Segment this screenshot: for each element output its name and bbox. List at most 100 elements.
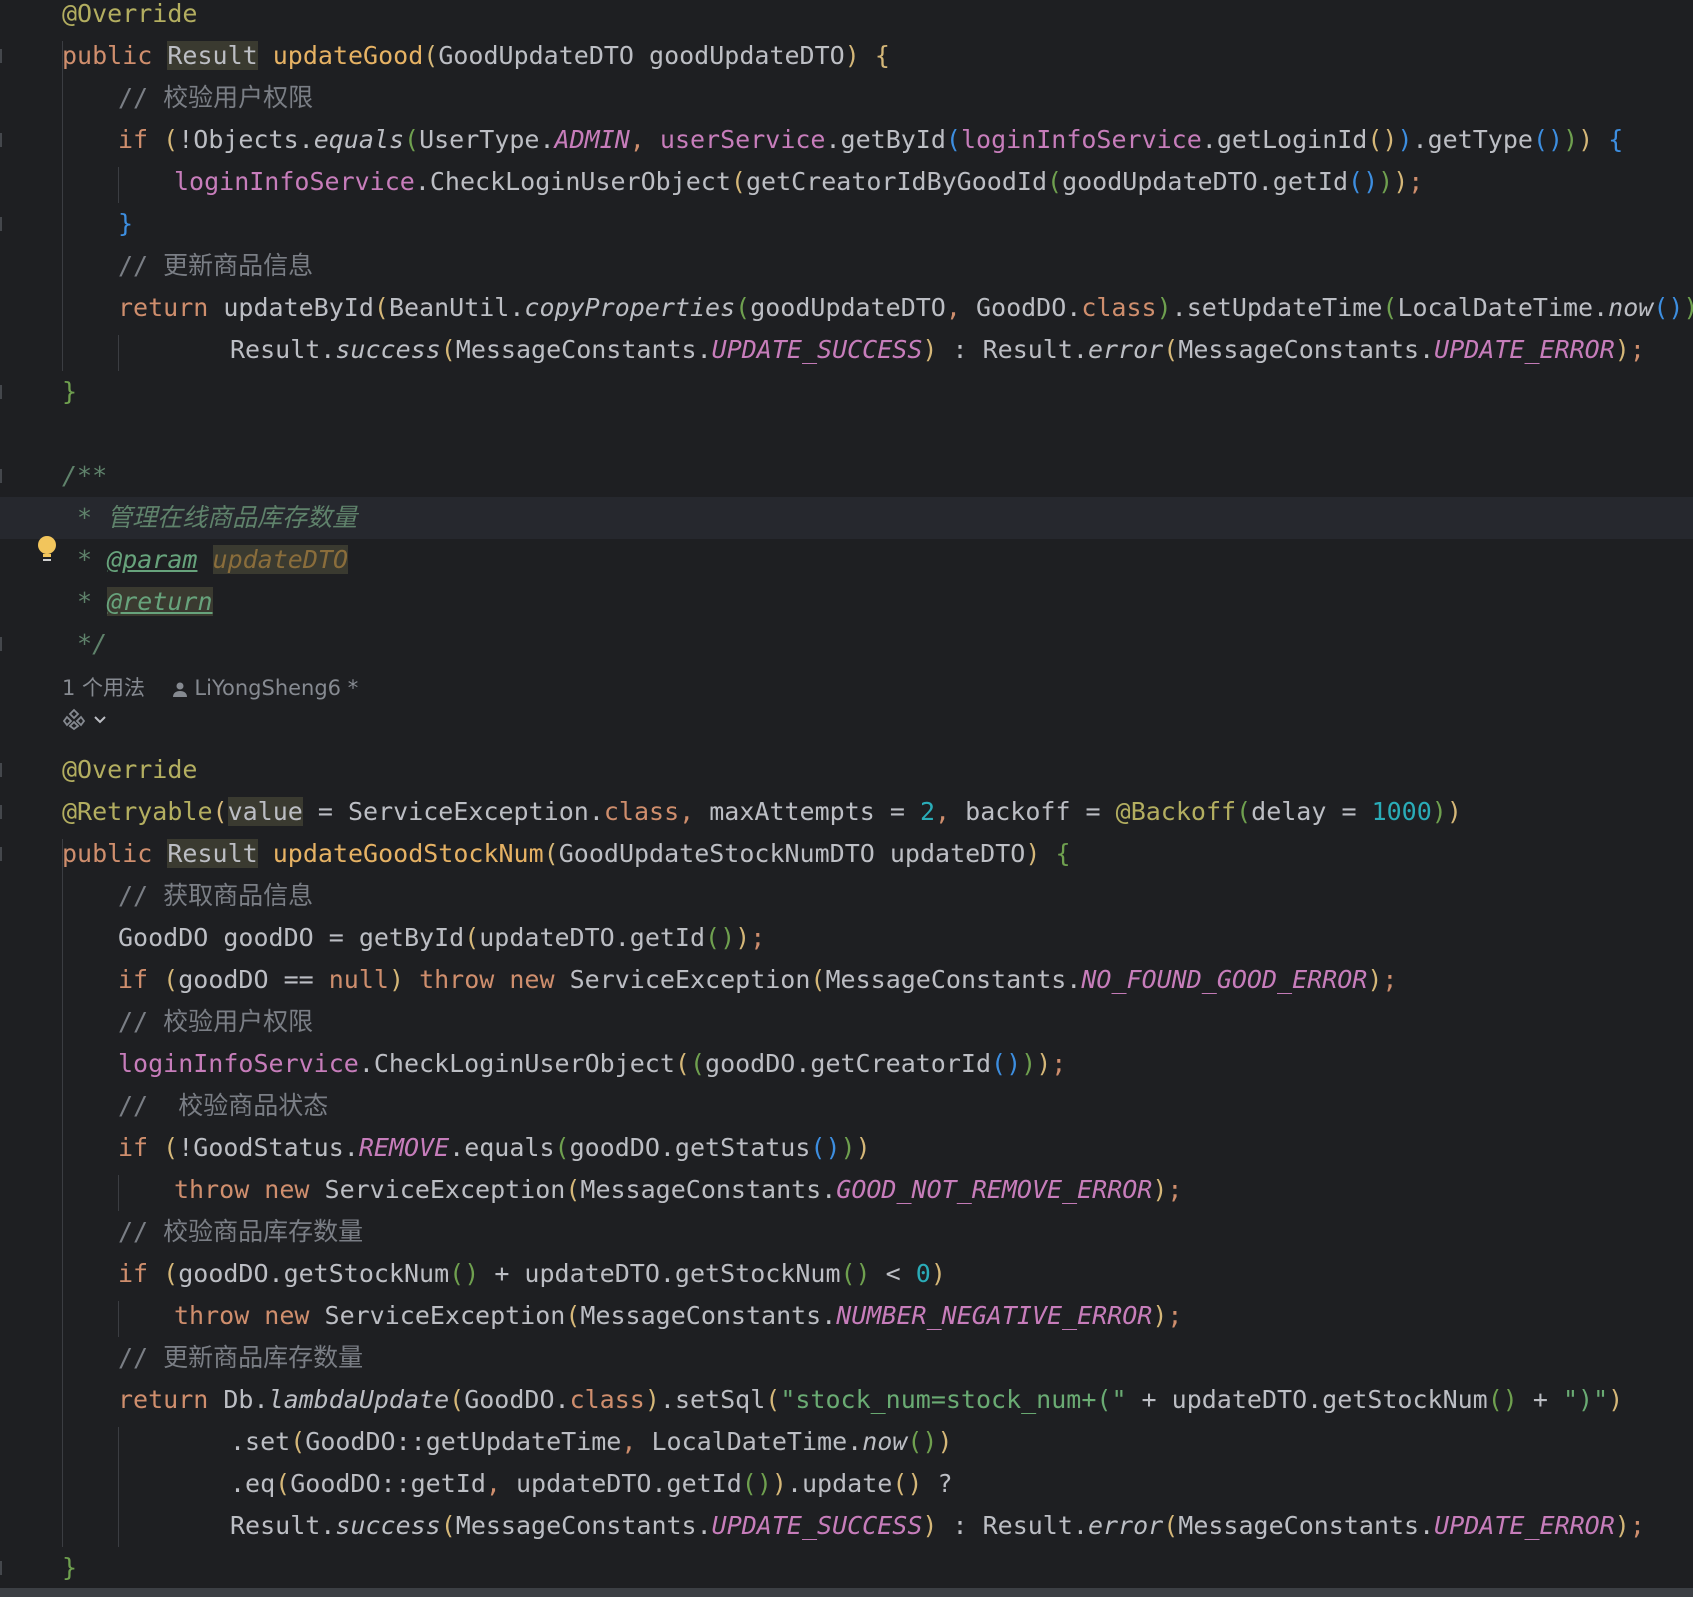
- code-line[interactable]: loginInfoService.CheckLoginUserObject((g…: [0, 1043, 1693, 1085]
- code-line-content[interactable]: loginInfoService.CheckLoginUserObject((g…: [118, 1043, 1066, 1085]
- code-line-content[interactable]: // 校验用户权限: [118, 77, 313, 119]
- fold-marker[interactable]: [0, 763, 8, 777]
- code-line-content[interactable]: * 管理在线商品库存数量: [62, 497, 357, 539]
- code-line[interactable]: return updateById(BeanUtil.copyPropertie…: [0, 287, 1693, 329]
- usage-hint[interactable]: 1 个用法 LiYongSheng6 *: [62, 672, 358, 702]
- code-token: UPDATE_SUCCESS: [711, 335, 923, 364]
- horizontal-scrollbar[interactable]: [0, 1588, 1693, 1597]
- ai-assist-toggle[interactable]: [62, 706, 107, 731]
- code-line-content[interactable]: }: [62, 371, 77, 413]
- code-line[interactable]: // 校验用户权限: [0, 1001, 1693, 1043]
- code-line-content[interactable]: if (!Objects.equals(UserType.ADMIN, user…: [118, 119, 1623, 161]
- code-line[interactable]: public Result updateGoodStockNum(GoodUpd…: [0, 833, 1693, 875]
- code-line[interactable]: public Result updateGood(GoodUpdateDTO g…: [0, 35, 1693, 77]
- code-line[interactable]: throw new ServiceException(MessageConsta…: [0, 1169, 1693, 1211]
- code-line[interactable]: if (!Objects.equals(UserType.ADMIN, user…: [0, 119, 1693, 161]
- code-line-content[interactable]: throw new ServiceException(MessageConsta…: [174, 1295, 1182, 1337]
- code-line-content[interactable]: // 校验商品状态: [118, 1085, 328, 1127]
- code-line-content[interactable]: /**: [62, 455, 107, 497]
- code-line-content[interactable]: public Result updateGoodStockNum(GoodUpd…: [62, 833, 1071, 875]
- code-line-content[interactable]: // 校验用户权限: [118, 1001, 313, 1043]
- fold-marker[interactable]: [0, 385, 8, 399]
- fold-marker[interactable]: [0, 637, 8, 651]
- code-line[interactable]: * 管理在线商品库存数量: [0, 497, 1693, 539]
- code-line[interactable]: if (goodDO.getStockNum() + updateDTO.get…: [0, 1253, 1693, 1295]
- code-line-content[interactable]: GoodDO goodDO = getById(updateDTO.getId(…: [118, 917, 765, 959]
- code-line-content[interactable]: }: [118, 203, 133, 245]
- code-token: throw new: [174, 1175, 325, 1204]
- usage-count[interactable]: 1 个用法: [62, 676, 145, 700]
- code-token: updateById: [223, 293, 374, 322]
- code-line-content[interactable]: */: [62, 623, 107, 665]
- code-token: @Backoff: [1115, 797, 1237, 826]
- code-line-content[interactable]: return updateById(BeanUtil.copyPropertie…: [118, 287, 1693, 329]
- fold-marker[interactable]: [0, 847, 8, 861]
- code-line-content[interactable]: throw new ServiceException(MessageConsta…: [174, 1169, 1182, 1211]
- code-token: REMOVE: [358, 1133, 450, 1162]
- code-line[interactable]: GoodDO goodDO = getById(updateDTO.getId(…: [0, 917, 1693, 959]
- code-line[interactable]: // 更新商品库存数量: [0, 1337, 1693, 1379]
- code-line-content[interactable]: public Result updateGood(GoodUpdateDTO g…: [62, 35, 890, 77]
- fold-marker[interactable]: [0, 1561, 8, 1575]
- code-line[interactable]: }: [0, 203, 1693, 245]
- code-line[interactable]: // 更新商品信息: [0, 245, 1693, 287]
- code-token: ): [855, 1133, 871, 1162]
- code-line[interactable]: if (!GoodStatus.REMOVE.equals(goodDO.get…: [0, 1127, 1693, 1169]
- code-line[interactable]: Result.success(MessageConstants.UPDATE_S…: [0, 1505, 1693, 1547]
- code-token: /**: [62, 461, 108, 490]
- code-line-content[interactable]: if (goodDO == null) throw new ServiceExc…: [118, 959, 1397, 1001]
- code-line[interactable]: throw new ServiceException(MessageConsta…: [0, 1295, 1693, 1337]
- code-line[interactable]: [0, 707, 1693, 749]
- fold-marker[interactable]: [0, 805, 8, 819]
- code-line-content[interactable]: .set(GoodDO::getUpdateTime, LocalDateTim…: [230, 1421, 953, 1463]
- code-line[interactable]: */: [0, 623, 1693, 665]
- code-line-content[interactable]: Result.success(MessageConstants.UPDATE_S…: [230, 329, 1645, 371]
- code-line[interactable]: * @param updateDTO: [0, 539, 1693, 581]
- code-line[interactable]: * @return: [0, 581, 1693, 623]
- code-line[interactable]: .eq(GoodDO::getId, updateDTO.getId()).up…: [0, 1463, 1693, 1505]
- code-line-content[interactable]: }: [62, 1547, 77, 1589]
- code-line-content[interactable]: if (!GoodStatus.REMOVE.equals(goodDO.get…: [118, 1127, 871, 1169]
- lightbulb-icon[interactable]: [36, 535, 58, 565]
- code-line-content[interactable]: return Db.lambdaUpdate(GoodDO.class).set…: [118, 1379, 1623, 1421]
- code-token: ): [1152, 1301, 1168, 1330]
- fold-marker[interactable]: [0, 49, 8, 63]
- code-line[interactable]: @Retryable(value = ServiceException.clas…: [0, 791, 1693, 833]
- code-line[interactable]: [0, 413, 1693, 455]
- code-line-content[interactable]: @Retryable(value = ServiceException.clas…: [62, 791, 1462, 833]
- fold-marker[interactable]: [0, 133, 8, 147]
- code-line[interactable]: /**: [0, 455, 1693, 497]
- code-line[interactable]: // 校验用户权限: [0, 77, 1693, 119]
- code-token: ): [1683, 293, 1693, 322]
- code-line[interactable]: if (goodDO == null) throw new ServiceExc…: [0, 959, 1693, 1001]
- code-line-content[interactable]: .eq(GoodDO::getId, updateDTO.getId()).up…: [230, 1463, 953, 1505]
- code-line[interactable]: }: [0, 371, 1693, 413]
- code-editor[interactable]: } Result.success(MessageConstants.UPDATE_…: [0, 0, 1693, 1597]
- code-line-content[interactable]: // 获取商品信息: [118, 875, 313, 917]
- code-line-content[interactable]: @Override: [62, 749, 197, 791]
- code-line[interactable]: return Db.lambdaUpdate(GoodDO.class).set…: [0, 1379, 1693, 1421]
- code-line-content[interactable]: * @return: [62, 581, 213, 623]
- code-line[interactable]: Result.success(MessageConstants.UPDATE_S…: [0, 329, 1693, 371]
- code-line-content[interactable]: @Override: [62, 0, 197, 35]
- code-line[interactable]: @Override: [0, 0, 1693, 35]
- code-line-content[interactable]: loginInfoService.CheckLoginUserObject(ge…: [174, 161, 1423, 203]
- code-line[interactable]: // 校验商品状态: [0, 1085, 1693, 1127]
- code-line[interactable]: @Override: [0, 749, 1693, 791]
- code-line[interactable]: loginInfoService.CheckLoginUserObject(ge…: [0, 161, 1693, 203]
- code-line-content[interactable]: // 校验商品库存数量: [118, 1211, 363, 1253]
- code-line[interactable]: // 获取商品信息: [0, 875, 1693, 917]
- code-line-content[interactable]: // 更新商品库存数量: [118, 1337, 363, 1379]
- code-line-content[interactable]: * @param updateDTO: [62, 539, 348, 581]
- code-line[interactable]: }: [0, 1547, 1693, 1589]
- author-name[interactable]: LiYongSheng6 *: [194, 676, 358, 700]
- code-line-content[interactable]: // 更新商品信息: [118, 245, 313, 287]
- code-line-content[interactable]: if (goodDO.getStockNum() + updateDTO.get…: [118, 1253, 946, 1295]
- code-token: ): [388, 965, 405, 994]
- code-line[interactable]: .set(GoodDO::getUpdateTime, LocalDateTim…: [0, 1421, 1693, 1463]
- fold-marker[interactable]: [0, 217, 8, 231]
- code-line[interactable]: // 校验商品库存数量: [0, 1211, 1693, 1253]
- code-line-content[interactable]: Result.success(MessageConstants.UPDATE_S…: [230, 1505, 1645, 1547]
- code-token: (: [565, 1301, 581, 1330]
- fold-marker[interactable]: [0, 469, 8, 483]
